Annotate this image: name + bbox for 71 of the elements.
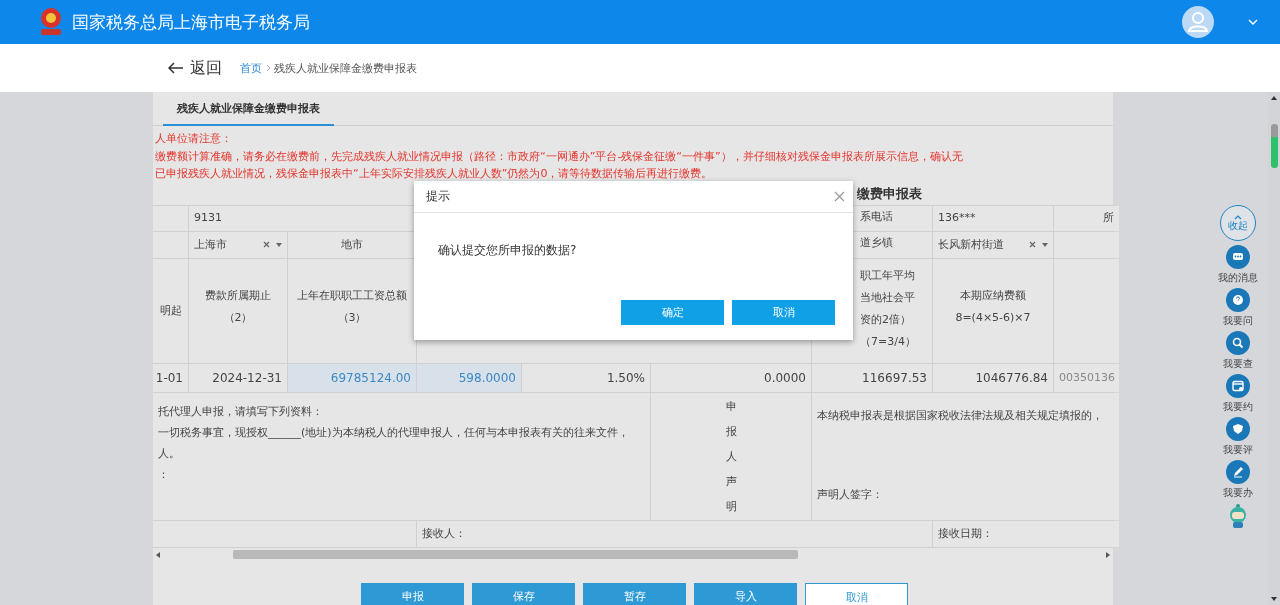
action-button[interactable]: 导入 [694,582,797,605]
select-field[interactable]: 上海市 [189,231,287,258]
caret-down-icon[interactable] [276,242,282,247]
back-link[interactable]: 返回 [168,57,222,79]
emblem-icon [38,7,64,37]
clear-icon[interactable] [1029,241,1036,248]
site-title: 国家税务总局上海市电子税务局 [72,10,310,34]
avatar-icon[interactable] [1182,6,1214,38]
table-cell: 接收人： [417,520,932,547]
signature-label: 声明人签字： [817,486,884,503]
action-button[interactable]: 取消 [805,582,908,605]
dialog-message: 确认提交您所申报的数据? [437,242,578,259]
action-button[interactable]: 保存 [472,582,575,605]
table-cell: 1-01 [153,363,188,392]
breadcrumb-current: 残疾人就业保障金缴费申报表 [274,60,417,76]
declaration-text: 本纳税申报表是根据国家税收法律法规及相关规定填报的， [817,407,1104,424]
select-field[interactable]: 长风新村街道 [933,231,1053,258]
help-icon [1226,288,1250,312]
table-cell: 136*** [933,205,1053,231]
pencil-icon [1226,460,1250,484]
form-title: 缴费申报表 [857,184,922,203]
scroll-down-icon[interactable] [1271,597,1277,601]
notice-text: 人单位请注意： [155,131,233,147]
notice-text: 缴费额计算准确，请务必在缴费前，先完成残疾人就业情况申报（路径：市政府“一网通办”平台-残保金征缴“一件事”），并仔细核对残保金申报表所展示信息，确认无 [155,148,964,165]
caret-down-icon[interactable] [1042,242,1048,247]
table-cell: 0.0000 [651,363,811,392]
scroll-right-icon[interactable] [1106,551,1110,558]
column-header: 上年在职职工工资总额 （3） [288,258,416,363]
table-cell: 申报人声明 [651,392,811,520]
dialog-button[interactable]: 确定 [621,300,724,325]
notice-text: 已申报残疾人就业情况，残保金申报表中“上年实际安排残疾人就业人数”仍然为0，请等待数据传输后再进行缴费。 [155,166,714,182]
table-cell: 托代理人申报，请填写下列资料： 一切税务事宜，现授权______(地址)为本纳税人的代理申报人，任何与本申报表有关的往来文件， 人。 ： [153,392,650,520]
table-cell: 所 [1054,205,1119,231]
calendar-icon [1226,374,1250,398]
column-header: 费款所属期止 （2） [189,258,287,363]
scroll-up-icon[interactable] [1271,96,1277,100]
table-cell: 116697.53 [812,363,932,392]
dialog-title: 提示 [426,188,450,205]
dialog-button[interactable]: 取消 [732,300,835,325]
clear-icon[interactable] [263,241,270,248]
table-cell: 1.50% [522,363,650,392]
vertical-scrollbar[interactable] [1270,124,1278,168]
table-cell[interactable]: 69785124.00 [288,363,416,392]
tab[interactable]: 残疾人就业保障金缴费申报表 [163,92,334,126]
chevron-up-icon [1234,215,1242,220]
column-header: 明起 [153,258,188,363]
table-cell: 1046776.84 [933,363,1053,392]
close-icon[interactable] [834,191,845,202]
column-header: 地市 [288,231,416,258]
collapse-button[interactable]: 收起 [1220,205,1256,241]
sidebar-item[interactable]: 我的消息 [1218,245,1258,284]
badge-icon [1226,417,1250,441]
sidebar-item[interactable]: 我要约 [1223,374,1253,413]
table-cell[interactable]: 598.0000 [417,363,521,392]
robot-mascot-icon[interactable] [1227,503,1249,529]
sidebar-item[interactable]: 我要办 [1223,460,1253,499]
scroll-left-icon[interactable] [156,551,160,558]
home-link[interactable]: 首页 [240,60,262,76]
column-header: 本期应纳费额 8=(4×5-6)×7 [933,258,1053,363]
action-button[interactable]: 暂存 [583,582,686,605]
table-cell: 00350136 [1054,363,1119,392]
chevron-down-icon[interactable] [1248,19,1258,25]
table-cell: 接收日期： [933,520,1119,547]
arrow-left-icon [168,62,184,74]
chat-icon [1226,245,1250,269]
sidebar-item[interactable]: 我要问 [1223,288,1253,327]
sidebar-item[interactable]: 我要查 [1223,331,1253,370]
sidebar-item[interactable]: 我要评 [1223,417,1253,456]
search-icon [1226,331,1250,355]
action-button[interactable]: 申报 [361,582,464,605]
table-cell: 2024-12-31 [189,363,287,392]
